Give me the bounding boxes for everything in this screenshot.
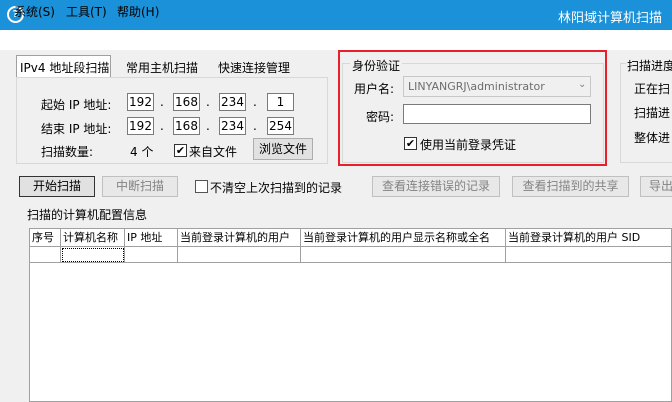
start-ip-dot: . xyxy=(206,95,210,109)
scan-count-label: 扫描数量: xyxy=(41,145,94,159)
end-ip-octet-3[interactable]: 234 xyxy=(219,117,246,135)
results-group-label: 扫描的计算机配置信息 xyxy=(27,208,148,222)
keep-records-label: 不清空上次扫描到的记录 xyxy=(210,181,343,195)
column-header-sid[interactable]: 当前登录计算机的用户 SID xyxy=(506,229,672,247)
start-ip-octet-4[interactable]: 1 xyxy=(267,93,294,111)
end-ip-dot: . xyxy=(160,119,164,133)
view-error-records-button[interactable]: 查看连接错误的记录 xyxy=(372,176,500,197)
table-cell[interactable] xyxy=(30,247,61,263)
progress-overall: 整体进 xyxy=(634,131,671,145)
end-ip-dot: . xyxy=(253,119,257,133)
start-ip-octet-1[interactable]: 192 xyxy=(127,93,154,111)
column-header-index[interactable]: 序号 xyxy=(30,229,61,247)
tab-ipv4-range[interactable]: IPv4 地址段扫描 xyxy=(20,59,109,76)
from-file-checkbox[interactable]: ✔ xyxy=(174,144,187,157)
tab-common-hosts[interactable]: 常用主机扫描 xyxy=(126,59,198,76)
end-ip-label: 结束 IP 地址: xyxy=(41,122,112,136)
scan-count-value: 4 个 xyxy=(130,145,154,159)
progress-scan: 扫描进 xyxy=(634,106,671,120)
menu-bar xyxy=(0,30,672,50)
from-file-label: 来自文件 xyxy=(189,145,238,159)
highlight-box xyxy=(338,50,607,166)
export-button[interactable]: 导出 xyxy=(640,176,672,197)
menu-tools[interactable]: 工具(T) xyxy=(66,3,107,20)
end-ip-octet-1[interactable]: 192 xyxy=(127,117,154,135)
menu-system[interactable]: 系统(S) xyxy=(14,3,55,20)
start-ip-dot: . xyxy=(160,95,164,109)
progress-current: 正在扫 xyxy=(634,82,671,96)
table-cell[interactable] xyxy=(125,247,178,263)
window-title: 林阳域计算机扫描 xyxy=(558,11,663,26)
view-shares-button[interactable]: 查看扫描到的共享 xyxy=(512,176,629,197)
keep-records-checkbox[interactable] xyxy=(195,180,208,193)
table-cell-selected[interactable] xyxy=(61,247,125,263)
start-ip-octet-2[interactable]: 168 xyxy=(173,93,200,111)
column-header-display-name[interactable]: 当前登录计算机的用户显示名称或全名 xyxy=(301,229,506,247)
start-scan-button[interactable]: 开始扫描 xyxy=(19,176,95,197)
column-header-ip[interactable]: IP 地址 xyxy=(125,229,178,247)
progress-group-label: 扫描进度 xyxy=(626,57,672,74)
start-ip-label: 起始 IP 地址: xyxy=(41,98,112,112)
results-table[interactable]: 序号 计算机名称 IP 地址 当前登录计算机的用户 当前登录计算机的用户显示名称… xyxy=(29,228,672,402)
stop-scan-button[interactable]: 中断扫描 xyxy=(102,176,178,197)
column-header-computer-name[interactable]: 计算机名称 xyxy=(61,229,125,247)
end-ip-octet-2[interactable]: 168 xyxy=(173,117,200,135)
table-cell[interactable] xyxy=(506,247,672,263)
end-ip-dot: . xyxy=(206,119,210,133)
browse-file-button[interactable]: 浏览文件 xyxy=(253,138,313,160)
start-ip-octet-3[interactable]: 234 xyxy=(219,93,246,111)
menu-help[interactable]: 帮助(H) xyxy=(117,3,159,20)
tab-quick-connect[interactable]: 快速连接管理 xyxy=(218,59,290,76)
start-ip-dot: . xyxy=(253,95,257,109)
column-header-user[interactable]: 当前登录计算机的用户 xyxy=(178,229,301,247)
table-cell[interactable] xyxy=(301,247,506,263)
table-cell[interactable] xyxy=(178,247,301,263)
end-ip-octet-4[interactable]: 254 xyxy=(267,117,294,135)
